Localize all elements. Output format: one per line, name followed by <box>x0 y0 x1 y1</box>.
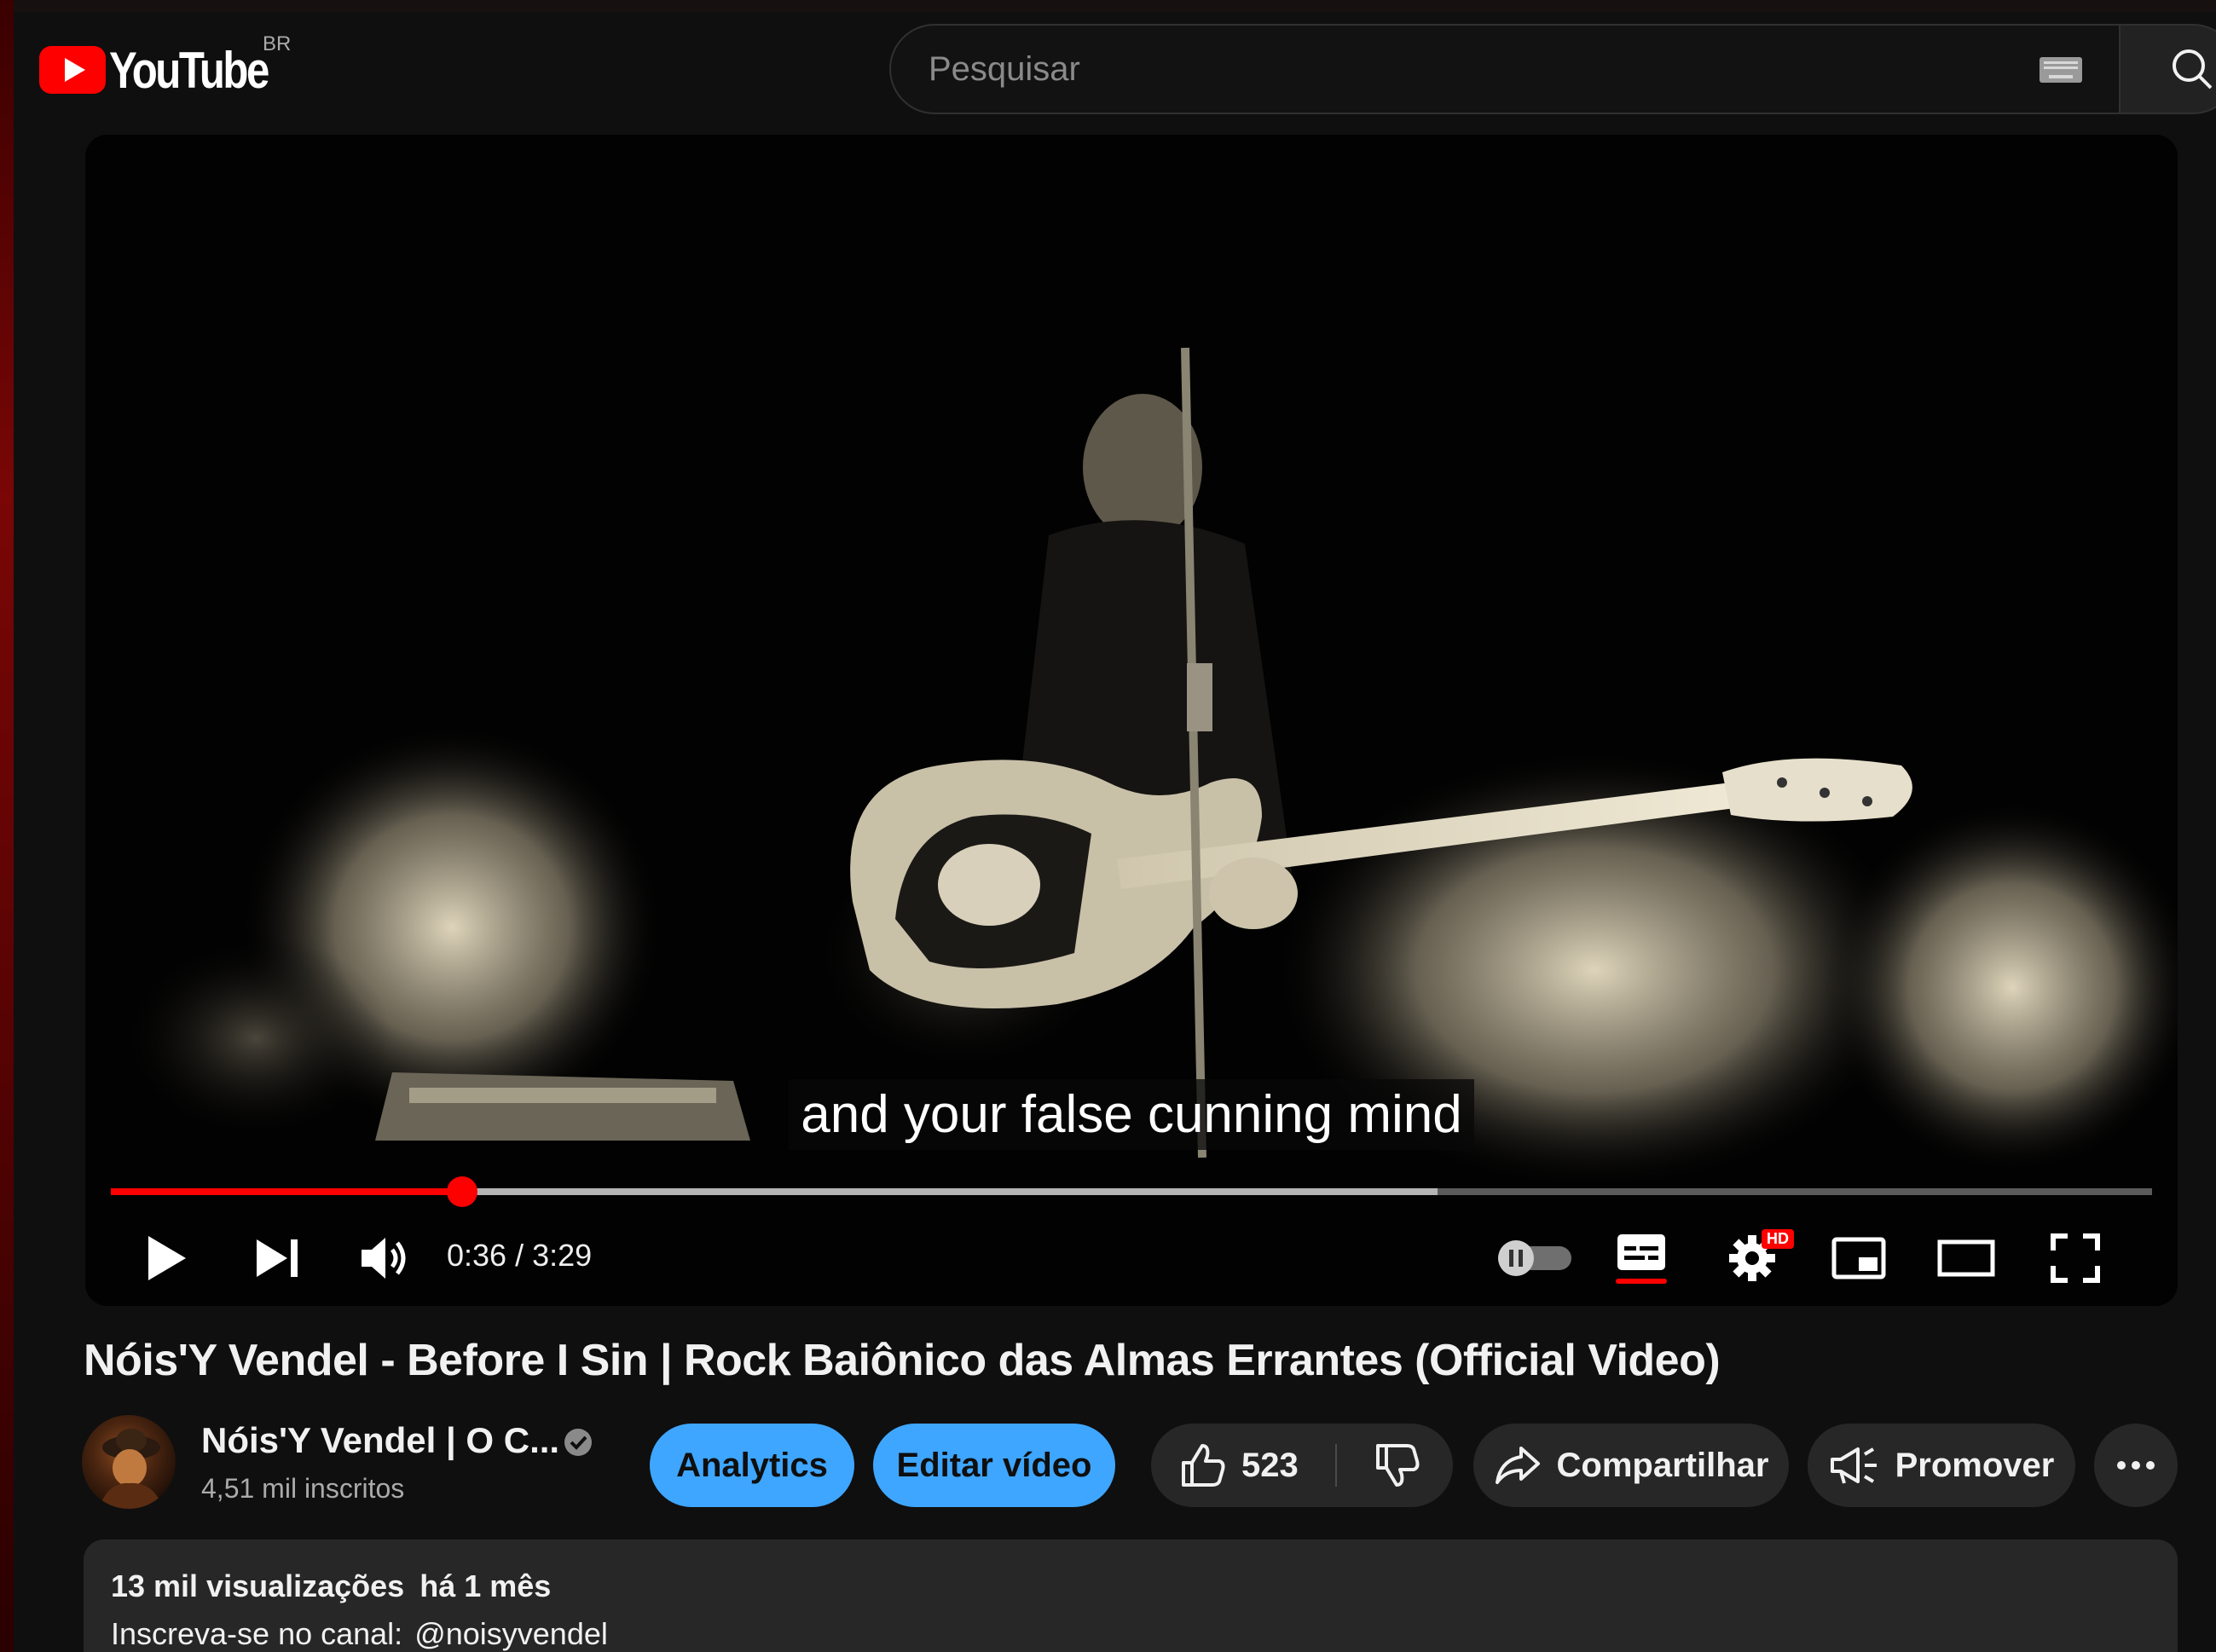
subscriber-count: 4,51 mil inscritos <box>201 1473 405 1504</box>
megaphone-icon <box>1830 1447 1877 1484</box>
theater-mode-button[interactable] <box>1924 1222 2009 1294</box>
subscribe-prompt: Inscreva-se no canal: <box>111 1616 403 1651</box>
hd-badge: HD <box>1762 1229 1794 1249</box>
promote-label: Promover <box>1895 1446 2055 1484</box>
settings-button[interactable]: HD <box>1705 1222 1799 1294</box>
subtitles-button[interactable] <box>1594 1222 1688 1294</box>
more-actions-button[interactable] <box>2094 1424 2178 1507</box>
progress-played <box>111 1188 462 1195</box>
play-icon <box>148 1236 186 1280</box>
avatar-image <box>99 1429 164 1509</box>
autoplay-toggle[interactable] <box>1484 1222 1586 1294</box>
youtube-play-icon <box>39 46 106 94</box>
channel-name[interactable]: Nóis'Y Vendel | O C... <box>201 1420 559 1461</box>
volume-icon <box>362 1238 406 1279</box>
upload-age: há 1 mês <box>419 1568 552 1603</box>
verified-icon <box>564 1429 592 1456</box>
top-edge <box>0 0 2216 12</box>
thumbs-down-icon <box>1376 1444 1420 1487</box>
share-button[interactable]: Compartilhar <box>1473 1424 1789 1507</box>
keyboard-icon[interactable] <box>2039 56 2083 84</box>
description-box[interactable]: 13 mil visualizações há 1 mês Inscreva-se… <box>84 1539 2178 1652</box>
youtube-watch-page: YouTube BR Pesquisar and your false cunn… <box>0 0 2216 1652</box>
theater-icon <box>1937 1239 1995 1277</box>
subtitles-icon <box>1617 1234 1665 1270</box>
caption-text: and your false cunning mind <box>789 1079 1474 1151</box>
share-icon <box>1495 1447 1540 1484</box>
autoplay-pause-icon <box>1498 1240 1571 1276</box>
like-button[interactable]: 523 <box>1151 1424 1335 1507</box>
like-dislike-group: 523 <box>1151 1424 1453 1507</box>
skip-next-icon <box>257 1239 298 1277</box>
subtitles-active-indicator <box>1616 1279 1667 1284</box>
time-display: 0:36 / 3:29 <box>447 1238 593 1273</box>
country-code: BR <box>263 32 292 55</box>
search-box <box>889 24 2119 114</box>
next-button[interactable] <box>239 1222 315 1294</box>
progress-bar[interactable] <box>111 1176 2152 1207</box>
fullscreen-icon <box>2051 1233 2100 1283</box>
video-player[interactable]: and your false cunning mind 0:36 / 3:29 <box>85 135 2178 1306</box>
description-line: Inscreva-se no canal: @noisyvendel <box>111 1616 2150 1652</box>
left-edge-glow <box>0 0 14 1652</box>
description-meta: 13 mil visualizações há 1 mês <box>111 1568 2150 1604</box>
video-title: Nóis'Y Vendel - Before I Sin | Rock Baiô… <box>84 1336 1721 1385</box>
promote-button[interactable]: Promover <box>1808 1424 2075 1507</box>
analytics-button[interactable]: Analytics <box>650 1424 854 1507</box>
logo-text: YouTube <box>109 41 269 99</box>
like-divider <box>1335 1444 1337 1487</box>
progress-scrubber[interactable] <box>446 1176 477 1207</box>
subtitle-caption: and your false cunning mind <box>85 1079 2178 1151</box>
channel-handle-link[interactable]: @noisyvendel <box>414 1616 608 1651</box>
share-label: Compartilhar <box>1556 1446 1769 1484</box>
edit-video-button[interactable]: Editar vídeo <box>873 1424 1115 1507</box>
like-count: 523 <box>1241 1446 1299 1484</box>
view-count: 13 mil visualizações <box>111 1568 405 1603</box>
search-button[interactable] <box>2119 24 2216 114</box>
play-button[interactable] <box>128 1222 205 1294</box>
thumbs-up-icon <box>1182 1444 1225 1487</box>
search-icon <box>2173 49 2213 90</box>
miniplayer-icon <box>1831 1237 1886 1279</box>
search-input[interactable] <box>929 49 1952 89</box>
mute-button[interactable] <box>346 1222 423 1294</box>
miniplayer-button[interactable] <box>1816 1222 1901 1294</box>
fullscreen-button[interactable] <box>2033 1222 2118 1294</box>
channel-avatar[interactable] <box>82 1415 176 1509</box>
more-horizontal-icon <box>2117 1461 2155 1470</box>
dislike-button[interactable] <box>1351 1424 1444 1507</box>
